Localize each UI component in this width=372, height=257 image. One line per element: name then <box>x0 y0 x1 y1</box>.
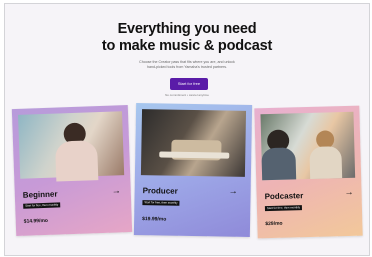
podcaster-photo <box>260 111 356 181</box>
page-frame: Everything you need to make music & podc… <box>4 3 370 256</box>
plan-card-beginner[interactable]: Beginner → Start for free, then monthly … <box>11 105 133 236</box>
producer-photo <box>140 109 247 177</box>
hero-subtitle: Choose the Creator pass that fits where … <box>5 60 369 70</box>
plan-name: Producer <box>142 186 178 196</box>
hero-subtitle-line-2: hand-picked tools from Yamaha's trusted … <box>146 65 228 69</box>
plan-name: Beginner <box>22 189 58 200</box>
plan-price: $14.99/mo <box>23 217 49 225</box>
beginner-photo <box>18 111 125 182</box>
plan-price: $19.99/mo <box>142 216 167 223</box>
start-free-button[interactable]: Start for free <box>170 78 208 90</box>
hero-title-line-2: to make music & podcast <box>101 38 273 54</box>
arrow-right-icon[interactable]: → <box>112 185 121 195</box>
plan-badge: Start for free, then monthly <box>142 200 180 206</box>
plan-price: $29/mo <box>265 220 283 228</box>
plan-card-podcaster[interactable]: Podcaster → Start for free, then monthly… <box>254 105 363 239</box>
plan-name: Podcaster <box>264 191 304 202</box>
cta-note: No commitment • cancel anytime <box>165 93 209 97</box>
plan-badge: Start for free, then monthly <box>264 205 303 212</box>
arrow-right-icon[interactable]: → <box>344 187 353 197</box>
arrow-right-icon[interactable]: → <box>229 186 238 196</box>
hero-title-line-1: Everything you need <box>117 21 257 37</box>
plan-card-producer[interactable]: Producer → Start for free, then monthly … <box>133 102 253 238</box>
plan-badge: Start for free, then monthly <box>23 202 61 209</box>
